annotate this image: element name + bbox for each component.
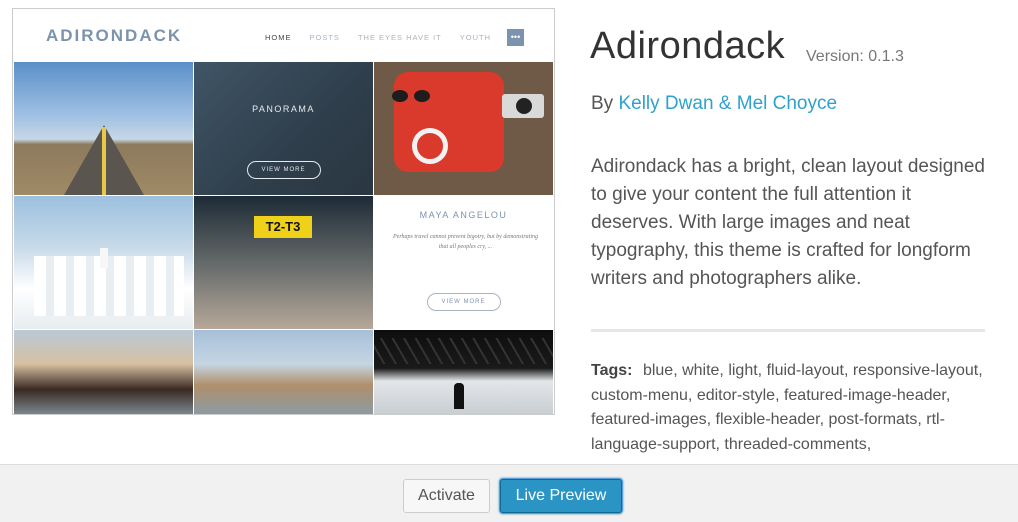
preview-nav-posts: POSTS (309, 33, 340, 42)
theme-description: Adirondack has a bright, clean layout de… (591, 156, 985, 289)
panorama-title: PANORAMA (252, 104, 315, 114)
theme-author-link[interactable]: Kelly Dwan & Mel Choyce (618, 93, 837, 114)
preview-site-header: ADIRONDACK HOME POSTS THE EYES HAVE IT Y… (13, 9, 554, 62)
tile-coast-photo (14, 330, 193, 414)
theme-author-prefix: By (591, 93, 614, 114)
road-line (102, 127, 106, 195)
tile-santorini-photo (14, 196, 193, 329)
menu-icon: ••• (507, 29, 524, 46)
tile-travel-gear-photo (374, 62, 553, 195)
preview-nav-youth: YOUTH (459, 33, 491, 42)
sunglasses (392, 90, 432, 102)
activate-button[interactable]: Activate (403, 479, 490, 513)
theme-version: Version: 0.1.3 (806, 48, 904, 65)
tags-list: blue, white, light, fluid-layout, respon… (591, 362, 983, 453)
camera (502, 94, 544, 118)
airport-sign: T2-T3 (254, 216, 312, 238)
quote-text: Perhaps travel cannot prevent bigotry, b… (393, 234, 538, 250)
tile-airport-photo: T2-T3 (194, 196, 373, 329)
roof-truss (374, 338, 553, 364)
preview-site-nav: HOME POSTS THE EYES HAVE IT YOUTH ••• (247, 29, 524, 46)
quote-title: MAYA ANGELOU (419, 210, 508, 220)
theme-author: By Kelly Dwan & Mel Choyce (591, 93, 837, 115)
panorama-view-more: VIEW MORE (246, 161, 321, 179)
tile-panorama: PANORAMA VIEW MORE (194, 62, 373, 195)
theme-name: Adirondack (590, 25, 786, 67)
theme-screenshot: ADIRONDACK HOME POSTS THE EYES HAVE IT Y… (12, 8, 555, 415)
preview-site-logo: ADIRONDACK (46, 26, 183, 45)
tile-road-photo (14, 62, 193, 195)
red-bag (394, 72, 504, 172)
white-houses (34, 256, 184, 316)
preview-nav-eyes: THE EYES HAVE IT (357, 33, 442, 42)
preview-photo-grid: PANORAMA VIEW MORE T2-T3 MAYA ANGELOU Pe… (14, 62, 554, 414)
preview-nav-home: HOME (265, 33, 292, 42)
windmill (100, 248, 108, 268)
silhouette-person (454, 383, 464, 409)
theme-tags: Tags: blue, white, light, fluid-layout, … (591, 359, 991, 457)
tags-label: Tags: (591, 362, 633, 379)
tile-quote: MAYA ANGELOU Perhaps travel cannot preve… (374, 196, 553, 329)
tile-station-photo (374, 330, 553, 414)
headphones (412, 128, 448, 164)
quote-view-more: VIEW MORE (426, 293, 501, 311)
tile-railway-photo (194, 330, 373, 414)
live-preview-button[interactable]: Live Preview (500, 479, 622, 513)
divider (591, 329, 985, 332)
